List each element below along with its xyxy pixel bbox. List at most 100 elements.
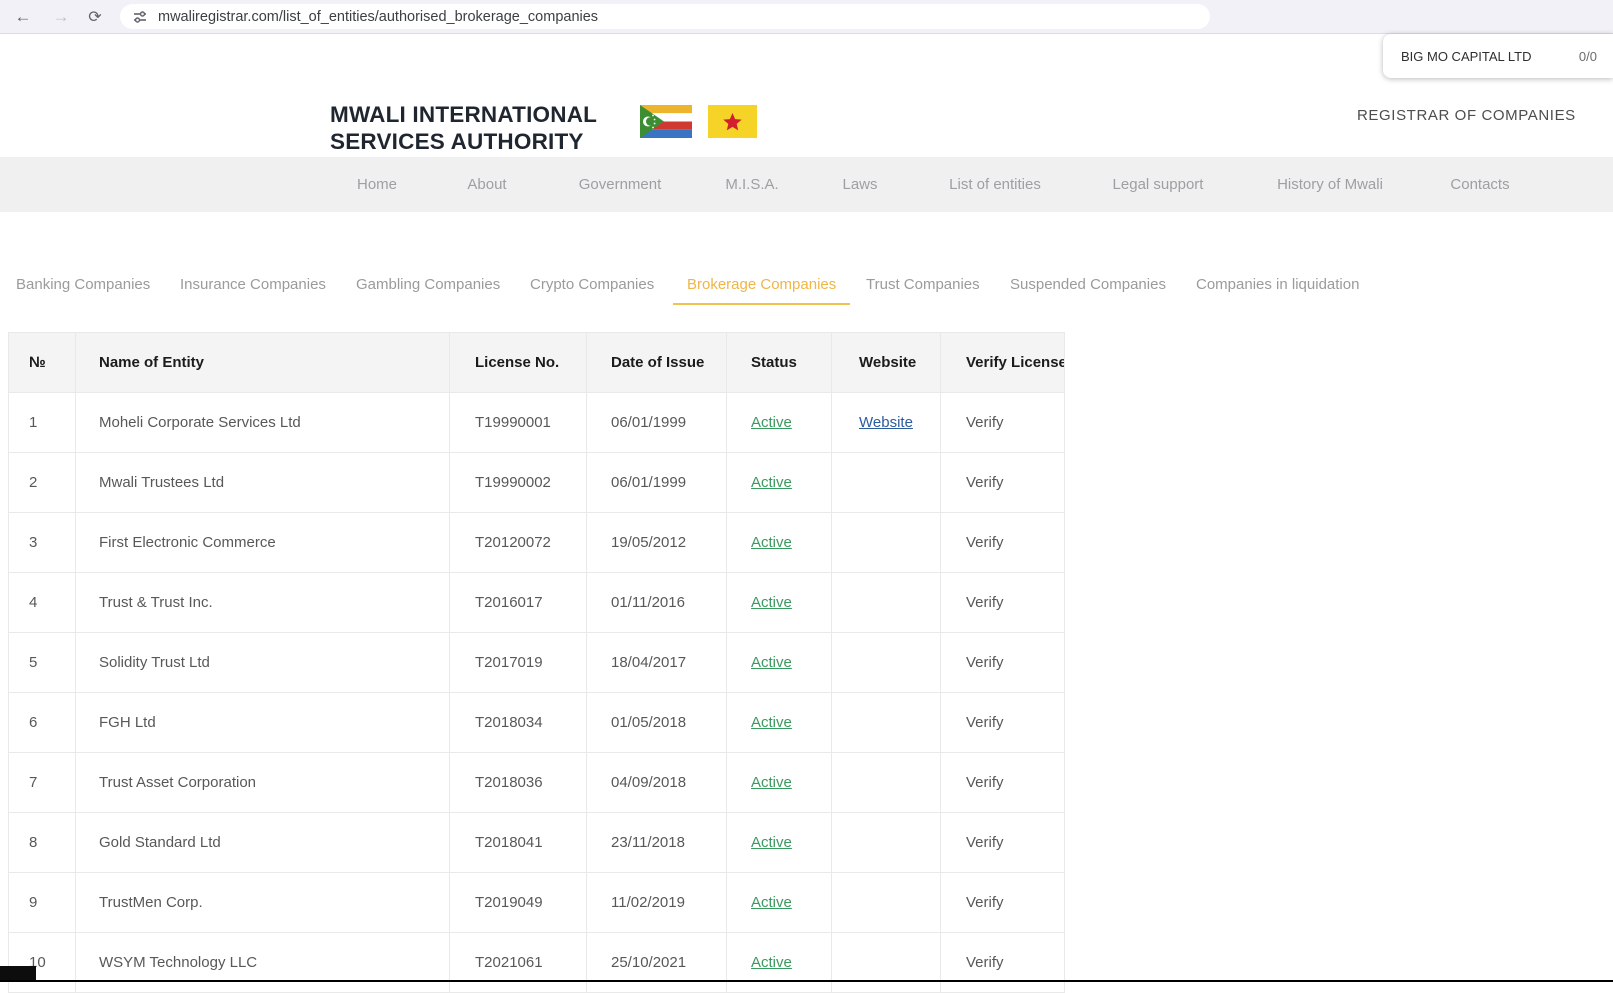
- nav-item-m-i-s-a[interactable]: M.I.S.A.: [725, 176, 778, 193]
- status-active-link[interactable]: Active: [751, 474, 792, 491]
- verify-licenses-link[interactable]: Verify: [966, 654, 1004, 671]
- table-row: 8Gold Standard LtdT201804123/11/2018 Acti…: [9, 813, 1065, 873]
- cell-status: Active: [727, 633, 832, 693]
- tab-trust-companies[interactable]: Trust Companies: [866, 276, 980, 303]
- cell-number: 10: [9, 933, 76, 993]
- table-row: 7Trust Asset CorporationT201803604/09/20…: [9, 753, 1065, 813]
- status-active-link[interactable]: Active: [751, 774, 792, 791]
- column-header-date-of-issue: Date of Issue: [587, 333, 727, 393]
- verify-licenses-link[interactable]: Verify: [966, 954, 1004, 971]
- cell-entity-name: Trust Asset Corporation: [76, 753, 450, 813]
- status-active-link[interactable]: Active: [751, 534, 792, 551]
- status-active-link[interactable]: Active: [751, 954, 792, 971]
- cell-entity-name: Mwali Trustees Ltd: [76, 453, 450, 513]
- url-bar[interactable]: mwaliregistrar.com/list_of_entities/auth…: [120, 4, 1210, 29]
- cell-number: 1: [9, 393, 76, 453]
- entities-table: №Name of EntityLicense No.Date of IssueS…: [8, 332, 1065, 993]
- cell-date-of-issue: 06/01/1999: [587, 453, 727, 513]
- cell-entity-name: TrustMen Corp.: [76, 873, 450, 933]
- cell-website: [832, 813, 941, 873]
- nav-item-about[interactable]: About: [467, 176, 506, 193]
- registrar-of-companies-label: REGISTRAR OF COMPANIES: [1357, 107, 1576, 124]
- nav-item-home[interactable]: Home: [357, 176, 397, 193]
- cell-license-no: T2019049: [450, 873, 587, 933]
- column-header-status: Status: [727, 333, 832, 393]
- cell-license-no: T2017019: [450, 633, 587, 693]
- cell-entity-name: Trust & Trust Inc.: [76, 573, 450, 633]
- tab-insurance-companies[interactable]: Insurance Companies: [180, 276, 326, 303]
- nav-item-legal-support[interactable]: Legal support: [1113, 176, 1204, 193]
- verify-licenses-link[interactable]: Verify: [966, 834, 1004, 851]
- status-active-link[interactable]: Active: [751, 714, 792, 731]
- status-active-link[interactable]: Active: [751, 594, 792, 611]
- cell-date-of-issue: 23/11/2018: [587, 813, 727, 873]
- tab-companies-in-liquidation[interactable]: Companies in liquidation: [1196, 276, 1359, 303]
- nav-item-government[interactable]: Government: [579, 176, 662, 193]
- verify-licenses-link[interactable]: Verify: [966, 474, 1004, 491]
- site-title-line1: MWALI INTERNATIONAL: [330, 101, 597, 128]
- verify-licenses-link[interactable]: Verify: [966, 894, 1004, 911]
- cell-website: [832, 453, 941, 513]
- cell-website: [832, 693, 941, 753]
- verify-licenses-link[interactable]: Verify: [966, 534, 1004, 551]
- cell-license-no: T19990001: [450, 393, 587, 453]
- cell-website: [832, 513, 941, 573]
- cell-entity-name: Solidity Trust Ltd: [76, 633, 450, 693]
- column-header-: №: [9, 333, 76, 393]
- cell-verify: Verify: [941, 393, 1065, 453]
- column-header-website: Website: [832, 333, 941, 393]
- tab-suspended-companies[interactable]: Suspended Companies: [1010, 276, 1166, 303]
- table-row: 9TrustMen Corp.T201904911/02/2019ActiveV…: [9, 873, 1065, 933]
- cell-verify: Verify: [941, 633, 1065, 693]
- website-link[interactable]: Website: [859, 414, 913, 431]
- cell-verify: Verify: [941, 693, 1065, 753]
- cell-license-no: T2018041: [450, 813, 587, 873]
- table-header-row: №Name of EntityLicense No.Date of IssueS…: [9, 333, 1065, 393]
- status-active-link[interactable]: Active: [751, 654, 792, 671]
- cell-number: 2: [9, 453, 76, 513]
- verify-licenses-link[interactable]: Verify: [966, 714, 1004, 731]
- cell-number: 4: [9, 573, 76, 633]
- cell-entity-name: FGH Ltd: [76, 693, 450, 753]
- cell-license-no: T20120072: [450, 513, 587, 573]
- entity-category-tabs: Banking Companies Insurance Companies Gamb…: [0, 270, 1613, 306]
- verify-licenses-link[interactable]: Verify: [966, 774, 1004, 791]
- site-info-icon[interactable]: [132, 9, 148, 25]
- find-in-page-bar: BIG MO CAPITAL LTD 0/0: [1383, 34, 1613, 78]
- cell-date-of-issue: 18/04/2017: [587, 633, 727, 693]
- nav-item-laws[interactable]: Laws: [842, 176, 877, 193]
- cell-website: [832, 873, 941, 933]
- cell-verify: Verify: [941, 813, 1065, 873]
- status-active-link[interactable]: Active: [751, 834, 792, 851]
- column-header-verify-licenses: Verify Licenses: [941, 333, 1065, 393]
- status-active-link[interactable]: Active: [751, 894, 792, 911]
- find-input[interactable]: BIG MO CAPITAL LTD: [1401, 49, 1579, 64]
- cell-verify: Verify: [941, 933, 1065, 993]
- tab-crypto-companies[interactable]: Crypto Companies: [530, 276, 654, 303]
- tab-brokerage-companies[interactable]: Brokerage Companies: [673, 276, 850, 305]
- tab-banking-companies[interactable]: Banking Companies: [16, 276, 150, 303]
- cell-status: Active: [727, 573, 832, 633]
- cell-verify: Verify: [941, 573, 1065, 633]
- main-nav: Home About Government M.I.S.A. Laws List of e…: [0, 157, 1613, 212]
- verify-licenses-link[interactable]: Verify: [966, 414, 1004, 431]
- cell-status: Active: [727, 933, 832, 993]
- verify-licenses-link[interactable]: Verify: [966, 594, 1004, 611]
- status-active-link[interactable]: Active: [751, 414, 792, 431]
- reload-icon[interactable]: ⟳: [82, 4, 108, 30]
- nav-item-history-of-mwali[interactable]: History of Mwali: [1277, 176, 1383, 193]
- cell-website: [832, 753, 941, 813]
- cell-number: 3: [9, 513, 76, 573]
- table-row: 6FGH LtdT201803401/05/2018ActiveVerify: [9, 693, 1065, 753]
- nav-item-contacts[interactable]: Contacts: [1450, 176, 1509, 193]
- cell-number: 8: [9, 813, 76, 873]
- back-icon[interactable]: ←: [10, 4, 36, 30]
- tab-gambling-companies[interactable]: Gambling Companies: [356, 276, 500, 303]
- cell-license-no: T2018036: [450, 753, 587, 813]
- status-bubble: [0, 966, 36, 980]
- cell-entity-name: Gold Standard Ltd: [76, 813, 450, 873]
- cell-status: Active: [727, 873, 832, 933]
- mwali-flag-icon: [708, 105, 757, 138]
- forward-icon[interactable]: →: [48, 4, 74, 30]
- nav-item-list-of-entities[interactable]: List of entities: [949, 176, 1041, 193]
